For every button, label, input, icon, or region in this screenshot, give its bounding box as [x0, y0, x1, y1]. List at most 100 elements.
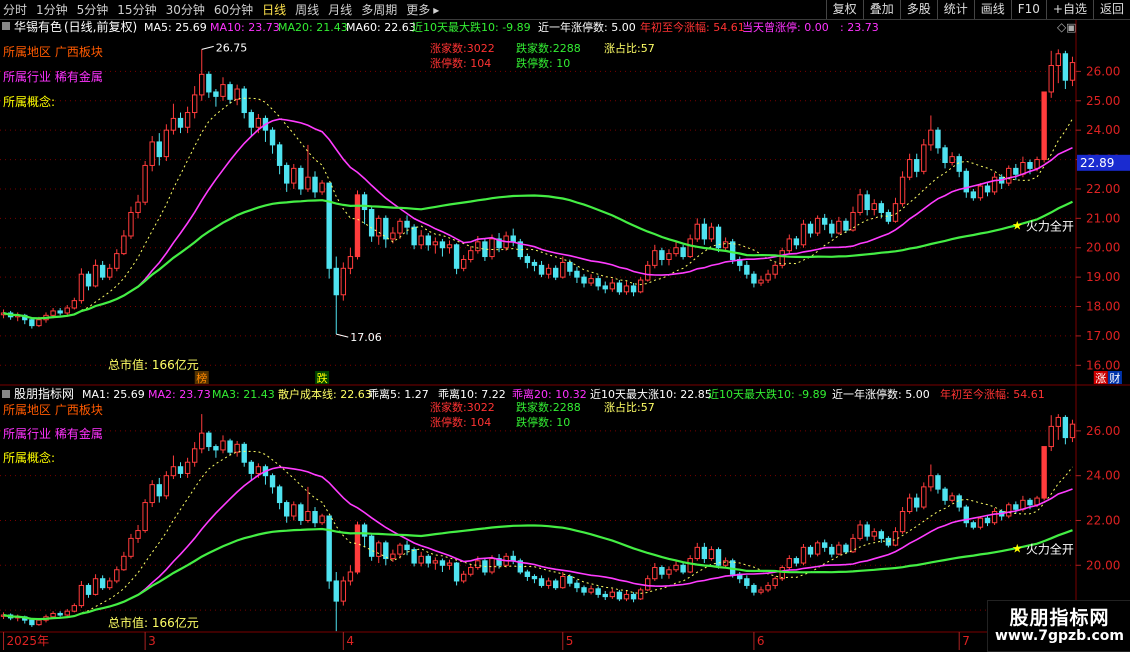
chart-canvas[interactable]: 26.0025.0024.0023.0022.0021.0020.0019.00… [0, 20, 1130, 650]
candle [560, 575, 566, 589]
candle [1013, 167, 1019, 175]
candle [758, 589, 764, 593]
candle [906, 159, 913, 178]
candle [772, 264, 778, 275]
fall-count: 跌家数:2288 [516, 400, 581, 414]
candle [135, 530, 141, 539]
candle [545, 267, 552, 275]
pane-collapse-icon[interactable] [2, 22, 10, 30]
timeframe-7[interactable]: 周线 [295, 1, 319, 18]
candle [991, 176, 998, 193]
candle [269, 475, 276, 488]
candle [418, 235, 424, 246]
candle [305, 176, 311, 190]
candle [85, 273, 92, 287]
candle [170, 466, 177, 477]
candle [807, 546, 814, 555]
timeframe-5[interactable]: 60分钟 [214, 1, 253, 18]
close-pane-icon: ▣ [1066, 21, 1076, 34]
high-arrow [201, 45, 214, 50]
candle [156, 141, 162, 158]
candle [397, 544, 403, 555]
indicator-label: 乖离20: 10.32 [512, 387, 587, 401]
candle [128, 211, 134, 237]
toolbar-button-1[interactable]: 叠加 [862, 0, 900, 19]
ma-label: 年初至今涨幅: 54.61 [640, 20, 745, 34]
candle [489, 238, 495, 258]
toolbar-button-3[interactable]: 统计 [936, 0, 974, 19]
candle [659, 567, 665, 575]
candle [390, 553, 396, 560]
candle [949, 156, 955, 164]
candle [1069, 423, 1076, 439]
candle [857, 524, 863, 539]
candle [772, 578, 778, 586]
rise-ratio: 涨占比:57 [604, 41, 655, 55]
candle [99, 578, 106, 589]
candle [751, 584, 757, 593]
candle [630, 285, 637, 293]
candle [460, 573, 467, 582]
candle [673, 247, 679, 255]
timeframe-6[interactable]: 日线 [262, 1, 286, 18]
timeframe-0[interactable]: 分时 [3, 1, 27, 18]
toolbar-button-0[interactable]: 复权 [825, 0, 863, 19]
price-tick-label: 20.00 [1086, 241, 1120, 255]
timeframe-10[interactable]: 更多 [406, 1, 430, 18]
timeframe-2[interactable]: 5分钟 [77, 1, 109, 18]
timeframe-8[interactable]: 月线 [328, 1, 352, 18]
pane-collapse-icon[interactable] [2, 390, 10, 398]
candle [383, 542, 389, 560]
candle [843, 220, 849, 231]
candle [319, 515, 325, 524]
candle [637, 589, 644, 600]
candle [1069, 62, 1076, 81]
indicator-label: 散户成本线: 22.63 [278, 387, 372, 401]
candle [1048, 425, 1054, 448]
current-price: 22.89 [1080, 156, 1114, 170]
candle [1048, 65, 1054, 93]
price-tick-label: 24.00 [1086, 469, 1120, 483]
candle [361, 194, 368, 211]
candle [942, 147, 948, 164]
toolbar-button-4[interactable]: 画线 [973, 0, 1011, 19]
timeframe-bar: 分时 1分钟 5分钟 15分钟 30分钟 60分钟 日线 周线 月线 多周期 更多 [0, 1, 439, 18]
toolbar-button-6[interactable]: +自选 [1045, 0, 1093, 19]
candle [1055, 416, 1061, 427]
indicator-name: 股朋指标网 [14, 386, 74, 401]
candle [312, 176, 318, 193]
candle [57, 310, 63, 314]
toolbar-button-5[interactable]: F10 [1010, 0, 1046, 19]
candle [255, 466, 262, 474]
candle [1020, 162, 1026, 175]
candle [460, 258, 467, 269]
market-cap: 总市值: 166亿元 [108, 615, 199, 630]
toolbar-button-2[interactable]: 多股 [899, 0, 937, 19]
candle [177, 466, 184, 474]
candle [843, 544, 849, 553]
candle [453, 244, 460, 269]
price-tick-label: 26.00 [1086, 64, 1120, 78]
toolbar-button-7[interactable]: 返回 [1092, 0, 1130, 19]
candle [928, 129, 934, 146]
watermark-url: www.7gpzb.com [994, 628, 1124, 644]
candle [680, 564, 686, 573]
candle [595, 278, 601, 287]
candle [475, 241, 481, 252]
candle [892, 531, 899, 546]
indicator-label: 近一年涨停数: 5.00 [832, 387, 930, 401]
candle [1041, 446, 1047, 499]
candle [177, 117, 184, 128]
more-arrow-icon[interactable]: ▸ [433, 3, 439, 17]
low-marker: 17.06 [350, 331, 382, 344]
timeframe-4[interactable]: 30分钟 [166, 1, 205, 18]
candle [1034, 159, 1040, 169]
candle [319, 182, 325, 193]
ma-label: MA5: 25.69 [144, 21, 207, 34]
timeframe-3[interactable]: 15分钟 [117, 1, 156, 18]
candle [411, 549, 417, 564]
candle [567, 575, 573, 584]
timeframe-9[interactable]: 多周期 [361, 1, 397, 18]
timeframe-1[interactable]: 1分钟 [36, 1, 68, 18]
candle [29, 619, 35, 626]
